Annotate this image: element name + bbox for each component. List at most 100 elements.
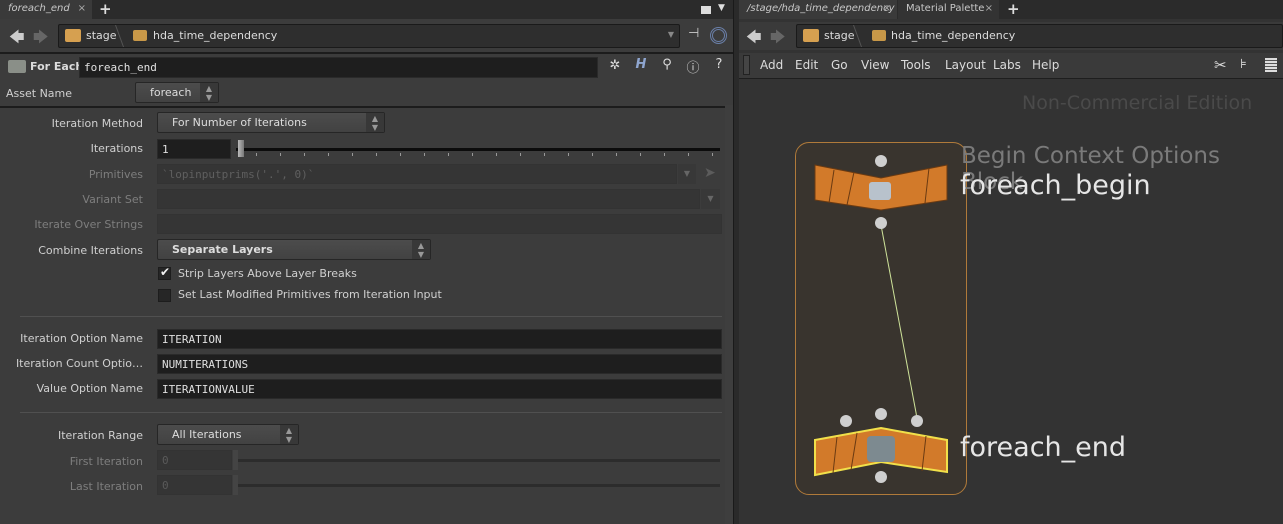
output-connector[interactable] <box>875 217 887 229</box>
slider-tick <box>304 153 305 156</box>
first-iteration-slider[interactable] <box>238 459 720 462</box>
path-navigation: 🡄 🡆 stage hda_time_dependency ▼ ⊣ <box>0 22 733 50</box>
last-iteration-slider[interactable] <box>238 484 720 487</box>
slider-tick <box>688 153 689 156</box>
spinner-icon: ▲ ▼ <box>200 83 218 102</box>
info-icon[interactable]: ⓘ <box>684 57 702 76</box>
add-tab-button[interactable]: + <box>99 0 112 18</box>
primitives-dropdown-icon[interactable]: ▼ <box>678 164 696 184</box>
slider-tick <box>280 153 281 156</box>
slider-tick <box>352 153 353 156</box>
last-iteration-input[interactable]: 0 <box>157 475 232 495</box>
question-icon[interactable]: ? <box>710 57 728 72</box>
close-icon[interactable]: × <box>78 3 86 14</box>
separator <box>20 316 722 317</box>
select-arrow-icon[interactable]: ➤ <box>704 165 716 181</box>
slider-tick <box>592 153 593 156</box>
set-last-modified-label: Set Last Modified Primitives from Iterat… <box>178 288 442 301</box>
back-arrow-icon[interactable]: 🡄 <box>9 27 25 52</box>
iteration-count-option-label: Iteration Count Optio… <box>15 357 143 370</box>
iterations-label: Iterations <box>90 142 143 155</box>
pin-icon[interactable]: ⊣ <box>688 26 699 41</box>
gear-icon[interactable]: ✲ <box>606 58 624 73</box>
first-iteration-label: First Iteration <box>69 455 143 468</box>
spinner-icon: ▲ ▼ <box>412 240 430 259</box>
breadcrumb-stage[interactable]: stage <box>86 29 117 42</box>
variant-set-dropdown-icon[interactable]: ▼ <box>701 189 720 209</box>
foreach-node-icon[interactable] <box>8 60 26 73</box>
scrollbar[interactable] <box>725 105 733 524</box>
slider-tick <box>472 153 473 156</box>
node-label-foreach-begin[interactable]: foreach_begin <box>960 170 1151 201</box>
last-iteration-label: Last Iteration <box>69 480 143 493</box>
help-h-icon[interactable]: H <box>632 57 650 72</box>
breadcrumb-hda[interactable]: hda_time_dependency <box>153 29 277 42</box>
slider-tick <box>664 153 665 156</box>
asset-name-menu[interactable]: foreach ▲ ▼ <box>135 82 219 103</box>
iteration-option-name-input[interactable]: ITERATION <box>157 329 722 349</box>
network-pane: /stage/hda_time_dependency × Material Pa… <box>739 0 1283 524</box>
variant-set-input[interactable] <box>157 189 700 209</box>
input-connector[interactable] <box>875 408 887 420</box>
iterations-slider[interactable] <box>236 148 720 151</box>
path-dropdown-icon[interactable]: ▼ <box>668 30 674 39</box>
slider-tick <box>328 153 329 156</box>
iteration-count-option-input[interactable]: NUMITERATIONS <box>157 354 722 374</box>
value-option-name-label: Value Option Name <box>36 382 143 395</box>
separator <box>20 412 722 413</box>
search-icon[interactable]: ⚲ <box>658 57 676 72</box>
foreach-begin-icon <box>869 182 891 200</box>
iterate-over-strings-label: Iterate Over Strings <box>34 218 143 231</box>
slider-tick <box>448 153 449 156</box>
node-label-foreach-end[interactable]: foreach_end <box>960 432 1126 463</box>
set-last-modified-checkbox[interactable] <box>158 289 171 302</box>
node-wire <box>880 224 918 419</box>
iteration-range-label: Iteration Range <box>57 429 143 442</box>
pane-layout-icon[interactable] <box>701 6 711 14</box>
tab-label: foreach_end <box>8 3 70 14</box>
dropdown-arrow-icon[interactable]: ▼ <box>718 3 725 13</box>
iterate-over-strings-input[interactable] <box>157 214 722 234</box>
stage-icon <box>65 29 81 42</box>
combine-iterations-menu[interactable]: Separate Layers ▲ ▼ <box>157 239 431 260</box>
tab-foreach-end[interactable]: foreach_end × <box>0 0 92 19</box>
value-option-name-input[interactable]: ITERATIONVALUE <box>157 379 722 399</box>
asset-name-value: foreach <box>150 86 192 99</box>
primitives-label: Primitives <box>88 168 143 181</box>
subnet-icon <box>133 30 147 41</box>
spinner-icon: ▲ ▼ <box>366 113 384 132</box>
strip-layers-checkbox[interactable]: ✔ <box>158 265 171 280</box>
link-icon[interactable] <box>710 27 727 44</box>
first-iteration-input[interactable]: 0 <box>157 450 232 470</box>
slider-tick <box>496 153 497 156</box>
input-connector[interactable] <box>840 415 852 427</box>
output-connector[interactable] <box>875 471 887 483</box>
input-connector[interactable] <box>875 155 887 167</box>
iterations-input[interactable]: 1 <box>157 139 231 159</box>
variant-set-label: Variant Set <box>82 193 143 206</box>
tab-bar: foreach_end × + ▼ <box>0 0 733 19</box>
iteration-method-value: For Number of Iterations <box>172 116 307 129</box>
iteration-option-name-label: Iteration Option Name <box>20 332 143 345</box>
iteration-range-value: All Iterations <box>172 428 242 441</box>
iteration-range-menu[interactable]: All Iterations ▲ ▼ <box>157 424 299 445</box>
spinner-icon: ▲ ▼ <box>280 425 298 444</box>
node-header: For Each foreach_end ✲ H ⚲ ⓘ ? <box>0 54 733 81</box>
foreach-end-icon <box>867 436 895 462</box>
parameter-pane: foreach_end × + ▼ 🡄 🡆 stage hda_time_dep… <box>0 0 733 524</box>
asset-name-label: Asset Name <box>6 87 73 100</box>
strip-layers-label: Strip Layers Above Layer Breaks <box>178 267 357 280</box>
combine-iterations-label: Combine Iterations <box>38 244 143 257</box>
iteration-method-menu[interactable]: For Number of Iterations ▲ ▼ <box>157 112 385 133</box>
forward-arrow-icon[interactable]: 🡆 <box>33 27 49 52</box>
slider-tick <box>616 153 617 156</box>
iteration-method-label: Iteration Method <box>51 117 143 130</box>
divider <box>0 106 733 108</box>
slider-handle[interactable] <box>238 140 244 157</box>
node-type-label: For Each <box>30 60 84 73</box>
node-name-input[interactable]: foreach_end <box>79 57 598 78</box>
slider-tick <box>520 153 521 156</box>
input-connector[interactable] <box>911 415 923 427</box>
path-bar[interactable]: stage hda_time_dependency ▼ <box>58 24 680 48</box>
primitives-input[interactable]: `lopinputprims('.', 0)` <box>157 164 677 184</box>
